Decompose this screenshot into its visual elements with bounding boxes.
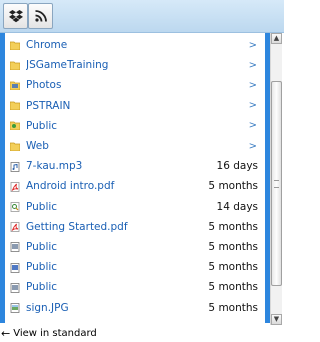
modified-age: 5 months: [208, 240, 258, 253]
file-list: Chrome > JSGameTraining > Photos > PSTRAIN > Pub…: [5, 35, 265, 318]
modified-age: 5 months: [208, 301, 258, 314]
file-row[interactable]: Public 5 months: [5, 257, 265, 277]
file-name[interactable]: Public: [26, 281, 208, 293]
file-name[interactable]: Photos: [26, 79, 249, 91]
chevron-right-icon: >: [248, 120, 257, 132]
file-row[interactable]: Public 14 days: [5, 197, 265, 217]
file-name[interactable]: Getting Started.pdf: [26, 221, 208, 233]
folder-row[interactable]: JSGameTraining >: [5, 55, 265, 75]
chevron-right-icon: >: [248, 79, 257, 91]
folder-icon: [9, 101, 21, 111]
scroll-down-button[interactable]: ▼: [271, 314, 282, 325]
folder-row[interactable]: Chrome >: [5, 35, 265, 55]
photos-folder-icon: [9, 81, 21, 91]
modified-age: 5 months: [208, 180, 258, 193]
dropbox-icon: [8, 10, 23, 23]
file-list-frame: Chrome > JSGameTraining > Photos > PSTRAIN > Pub…: [0, 33, 270, 323]
file-row[interactable]: Public 5 months: [5, 237, 265, 257]
view-standard-label: View in standard: [13, 328, 97, 339]
modified-age: 5 months: [208, 261, 258, 274]
file-name[interactable]: Public: [26, 120, 249, 132]
file-name[interactable]: Android intro.pdf: [26, 180, 208, 192]
file-row[interactable]: Android intro.pdf 5 months: [5, 176, 265, 196]
file-name[interactable]: 7-kau.mp3: [26, 160, 217, 172]
document-icon: [10, 242, 20, 253]
public-folder-icon: [9, 121, 21, 131]
chevron-right-icon: >: [248, 59, 257, 71]
document-icon: [10, 262, 20, 273]
rss-icon: [34, 10, 47, 22]
scroll-grip-icon: [274, 180, 279, 188]
folder-icon: [9, 142, 21, 151]
file-name[interactable]: Public: [26, 201, 217, 213]
folder-row[interactable]: Web >: [5, 136, 265, 156]
file-name[interactable]: Chrome: [26, 39, 249, 51]
scroll-thumb[interactable]: [271, 81, 282, 286]
image-file-icon: [10, 303, 20, 313]
modified-age: 5 months: [208, 281, 258, 294]
folder-icon: [9, 61, 21, 71]
file-row[interactable]: 7-kau.mp3 16 days: [5, 156, 265, 176]
chevron-right-icon: >: [248, 39, 257, 51]
search-file-icon: [10, 202, 20, 212]
file-name[interactable]: sign.JPG: [26, 302, 208, 314]
pdf-file-icon: [10, 182, 20, 192]
file-name[interactable]: Public: [26, 261, 208, 273]
file-name[interactable]: PSTRAIN: [26, 100, 249, 112]
file-name[interactable]: Public: [26, 241, 208, 253]
dropbox-tab[interactable]: [3, 3, 28, 29]
back-arrow-icon: ←: [1, 327, 11, 340]
audio-file-icon: [10, 161, 20, 172]
pdf-file-icon: [10, 222, 20, 233]
folder-row[interactable]: PSTRAIN >: [5, 96, 265, 116]
folder-icon: [9, 41, 21, 50]
modified-age: 16 days: [216, 160, 258, 173]
document-icon: [10, 282, 20, 293]
file-row[interactable]: Public 5 months: [5, 277, 265, 297]
chevron-right-icon: >: [248, 140, 257, 152]
folder-row[interactable]: Public >: [5, 116, 265, 136]
modified-age: 5 months: [208, 220, 258, 233]
toolbar: [0, 0, 284, 33]
chevron-right-icon: >: [248, 100, 257, 112]
file-name[interactable]: JSGameTraining: [26, 59, 249, 71]
modified-age: 14 days: [216, 200, 258, 213]
folder-row[interactable]: Photos >: [5, 75, 265, 95]
file-row[interactable]: Getting Started.pdf 5 months: [5, 217, 265, 237]
scroll-up-button[interactable]: ▲: [271, 33, 282, 44]
rss-tab[interactable]: [28, 3, 53, 29]
view-standard-link[interactable]: ← View in standard: [0, 325, 284, 342]
vertical-scrollbar[interactable]: ▲ ▼: [270, 33, 282, 325]
file-row[interactable]: sign.JPG 5 months: [5, 297, 265, 317]
file-name[interactable]: Web: [26, 140, 249, 152]
